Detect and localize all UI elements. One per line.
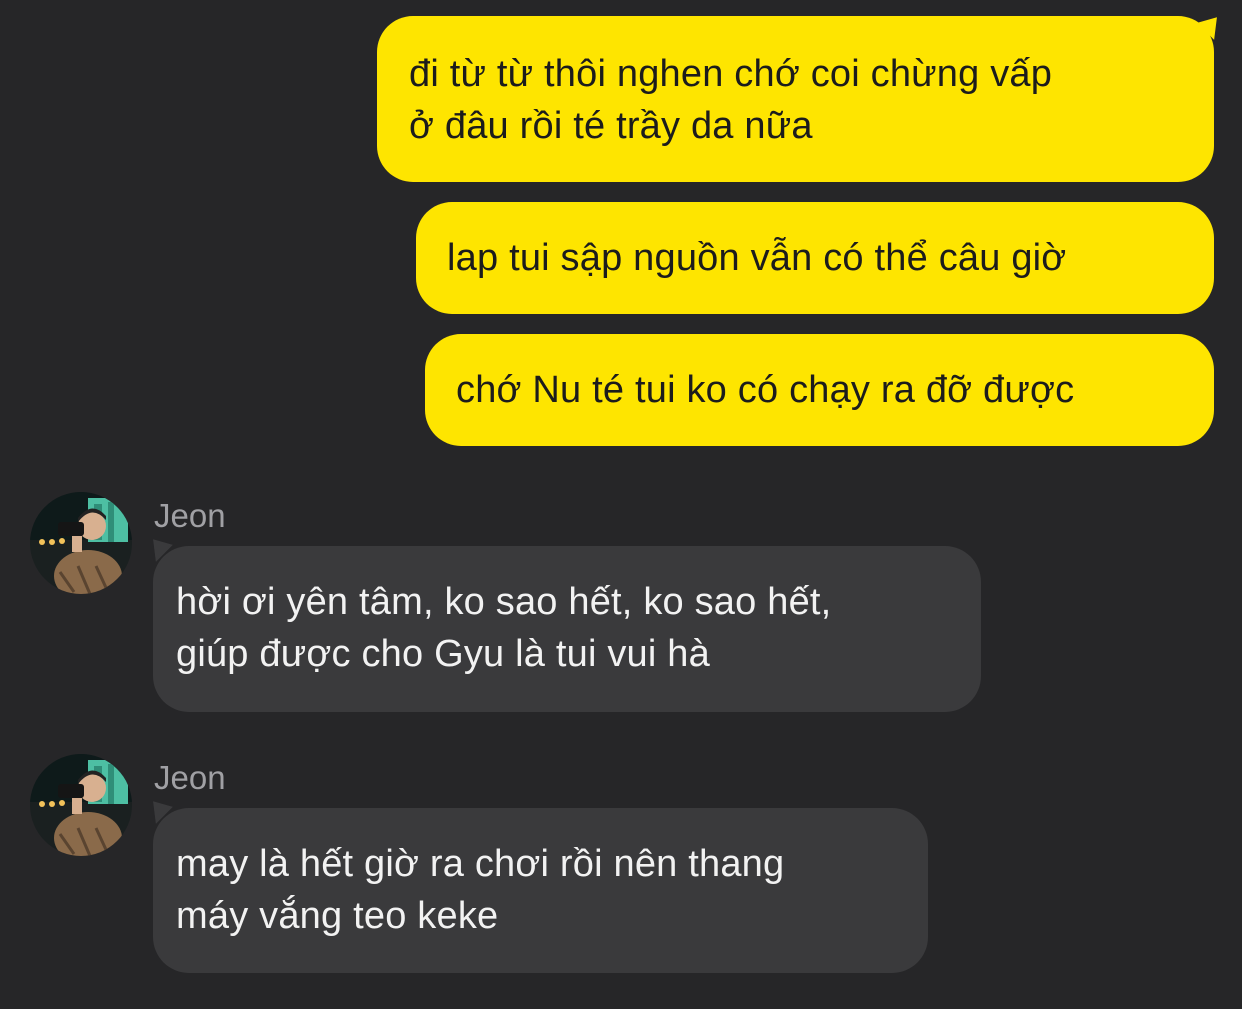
profile-photo-avatar-icon (30, 492, 132, 594)
chat-thread: đi từ từ thôi nghen chớ coi chừng vấp ở … (0, 0, 1242, 1009)
message-text-line: giúp được cho Gyu là tui vui hà (176, 633, 710, 675)
message-text-line: may là hết giờ ra chơi rồi nên thang (176, 843, 785, 885)
message-text-line: lap tui sập nguồn vẫn có thể câu giờ (447, 237, 1067, 279)
outgoing-message-bubble[interactable]: lap tui sập nguồn vẫn có thể câu giờ (416, 202, 1214, 314)
incoming-message-bubble[interactable]: hời ơi yên tâm, ko sao hết, ko sao hết, … (153, 546, 981, 712)
outgoing-message-bubble[interactable]: đi từ từ thôi nghen chớ coi chừng vấp ở … (377, 16, 1214, 182)
message-text-line: ở đâu rồi té trầy da nữa (409, 105, 813, 147)
incoming-message-bubble[interactable]: may là hết giờ ra chơi rồi nên thang máy… (153, 808, 928, 973)
message-text-line: máy vắng teo keke (176, 895, 499, 937)
outgoing-message-bubble[interactable]: chớ Nu té tui ko có chạy ra đỡ được (425, 334, 1214, 446)
message-text-line: hời ơi yên tâm, ko sao hết, ko sao hết, (176, 581, 832, 623)
message-text-line: đi từ từ thôi nghen chớ coi chừng vấp (409, 53, 1053, 95)
sender-name: Jeon (154, 497, 226, 534)
sender-avatar[interactable] (30, 492, 132, 594)
message-text-line: chớ Nu té tui ko có chạy ra đỡ được (456, 369, 1075, 411)
sender-avatar[interactable] (30, 754, 132, 856)
sender-name: Jeon (154, 759, 226, 796)
profile-photo-avatar-icon (30, 754, 132, 856)
